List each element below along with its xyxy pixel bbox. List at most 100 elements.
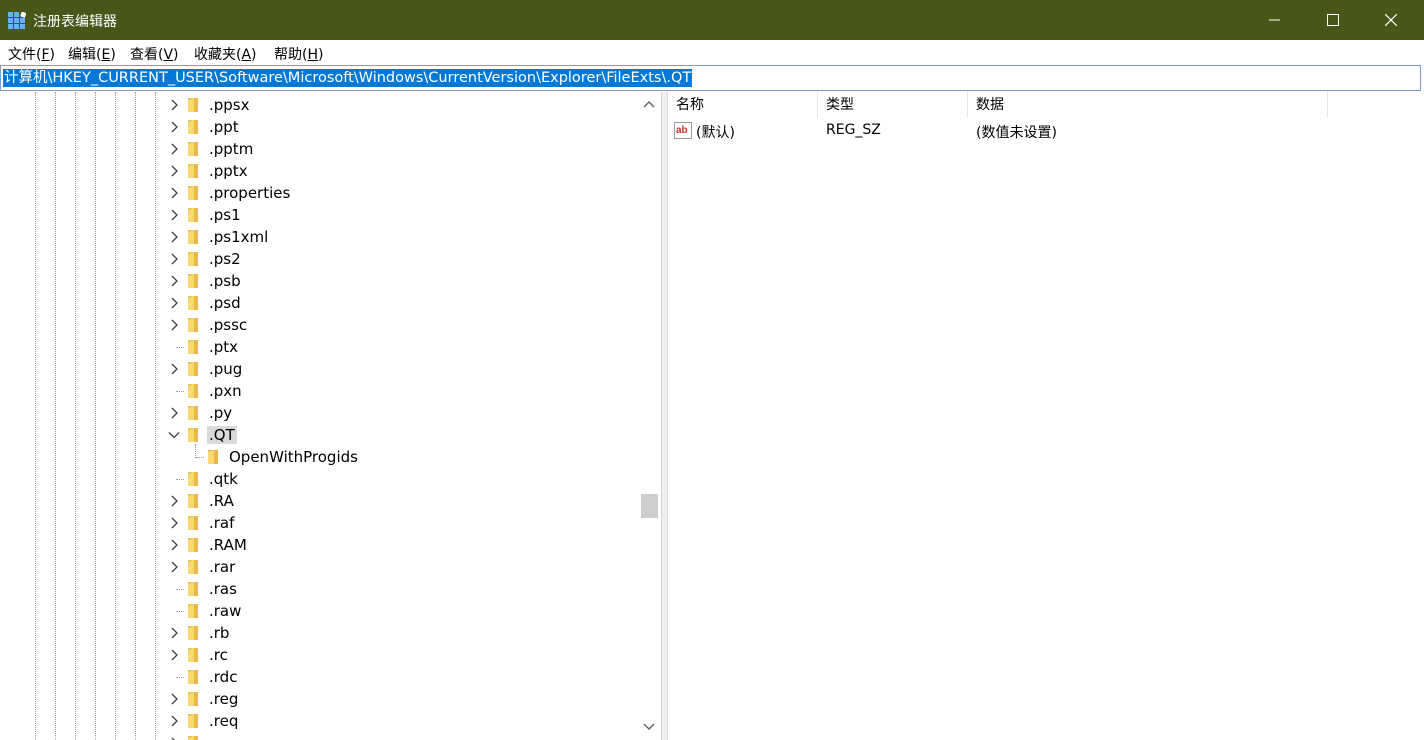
tree-item-label: .ps1xml: [209, 228, 269, 246]
tree-item[interactable]: .pptm: [0, 138, 638, 160]
menu-view[interactable]: 查看(V): [128, 44, 181, 64]
chevron-right-icon[interactable]: [168, 143, 180, 155]
tree-item[interactable]: .req: [0, 710, 638, 732]
chevron-right-icon[interactable]: [168, 209, 180, 221]
folder-icon: [188, 252, 198, 266]
chevron-right-icon[interactable]: [168, 363, 180, 375]
chevron-right-icon[interactable]: [168, 275, 180, 287]
folder-icon: [188, 274, 198, 288]
chevron-right-icon[interactable]: [168, 187, 180, 199]
tree-item[interactable]: .pxn: [0, 380, 638, 402]
key-tree-pane[interactable]: .ppsx .ppt .pptm .pptx .properties .ps1 .ps1xm…: [0, 92, 662, 740]
tree-item[interactable]: .QT: [0, 424, 638, 446]
value-type: REG_SZ: [826, 122, 881, 138]
chevron-right-icon[interactable]: [168, 693, 180, 705]
folder-icon: [188, 406, 198, 420]
tree-item-label: .rdc: [209, 668, 238, 686]
tree-item[interactable]: .ps2: [0, 248, 638, 270]
tree-item-label: .reg: [209, 690, 239, 708]
key-tree[interactable]: .ppsx .ppt .pptm .pptx .properties .ps1 .ps1xm…: [0, 92, 638, 740]
minimize-button[interactable]: [1246, 0, 1304, 40]
tree-item[interactable]: .py: [0, 402, 638, 424]
tree-item[interactable]: .psd: [0, 292, 638, 314]
tree-item-label: .ps1: [209, 206, 241, 224]
folder-icon: [188, 736, 198, 740]
folder-icon: [188, 670, 198, 684]
tree-item[interactable]: .RAM: [0, 534, 638, 556]
chevron-right-icon[interactable]: [168, 561, 180, 573]
folder-icon: [188, 98, 198, 112]
chevron-right-icon[interactable]: [168, 539, 180, 551]
tree-item-label: .RAM: [209, 536, 247, 554]
scroll-up-icon[interactable]: [642, 98, 656, 112]
tree-connector-line: [176, 611, 184, 612]
folder-icon: [188, 340, 198, 354]
tree-item[interactable]: .pssc: [0, 314, 638, 336]
folder-icon: [188, 164, 198, 178]
address-bar[interactable]: 计算机\HKEY_CURRENT_USER\Software\Microsoft…: [0, 65, 1421, 91]
tree-item[interactable]: .psb: [0, 270, 638, 292]
value-row[interactable]: ab (默认) REG_SZ (数值未设置): [668, 120, 1424, 142]
tree-scrollbar[interactable]: [638, 92, 661, 740]
tree-item[interactable]: .properties: [0, 182, 638, 204]
tree-item[interactable]: .rc: [0, 644, 638, 666]
scrollbar-thumb[interactable]: [641, 494, 658, 518]
tree-item[interactable]: OpenWithProgids: [0, 446, 638, 468]
tree-item[interactable]: .pug: [0, 358, 638, 380]
column-header-type[interactable]: 类型: [818, 92, 968, 118]
address-path[interactable]: 计算机\HKEY_CURRENT_USER\Software\Microsoft…: [3, 69, 693, 87]
tree-item-label: .RA: [209, 492, 234, 510]
values-pane[interactable]: 名称 类型 数据 ab (默认) REG_SZ (数值未设置): [667, 92, 1424, 740]
chevron-right-icon[interactable]: [168, 319, 180, 331]
chevron-right-icon[interactable]: [168, 649, 180, 661]
tree-item[interactable]: .pptx: [0, 160, 638, 182]
menu-help[interactable]: 帮助(H): [272, 44, 325, 64]
maximize-button[interactable]: [1304, 0, 1362, 40]
chevron-right-icon[interactable]: [168, 517, 180, 529]
tree-item[interactable]: .rar: [0, 556, 638, 578]
folder-icon: [188, 560, 198, 574]
folder-icon: [188, 582, 198, 596]
close-button[interactable]: [1362, 0, 1420, 40]
chevron-right-icon[interactable]: [168, 495, 180, 507]
column-header-name[interactable]: 名称: [668, 92, 818, 118]
tree-item[interactable]: .ppsx: [0, 94, 638, 116]
chevron-right-icon[interactable]: [168, 407, 180, 419]
chevron-right-icon[interactable]: [168, 165, 180, 177]
tree-item-label: .ps2: [209, 250, 241, 268]
tree-item[interactable]: .RA: [0, 490, 638, 512]
tree-item[interactable]: .ras: [0, 578, 638, 600]
tree-connector-line: [176, 677, 184, 678]
tree-item[interactable]: .ptx: [0, 336, 638, 358]
tree-item[interactable]: .ppt: [0, 116, 638, 138]
chevron-right-icon[interactable]: [168, 297, 180, 309]
folder-icon: [188, 186, 198, 200]
menu-file[interactable]: 文件(F): [6, 44, 57, 64]
tree-item[interactable]: .rb: [0, 622, 638, 644]
tree-item[interactable]: .raf: [0, 512, 638, 534]
tree-item[interactable]: .rdc: [0, 666, 638, 688]
chevron-right-icon[interactable]: [168, 99, 180, 111]
tree-item[interactable]: .raw: [0, 600, 638, 622]
folder-icon: [188, 384, 198, 398]
tree-item[interactable]: [0, 732, 638, 740]
tree-item[interactable]: .ps1: [0, 204, 638, 226]
folder-icon: [188, 538, 198, 552]
tree-item[interactable]: .qtk: [0, 468, 638, 490]
chevron-right-icon[interactable]: [168, 627, 180, 639]
chevron-right-icon[interactable]: [168, 231, 180, 243]
tree-item-label: .rc: [209, 646, 228, 664]
chevron-down-icon[interactable]: [168, 429, 180, 441]
scroll-down-icon[interactable]: [642, 719, 656, 733]
folder-icon: [188, 142, 198, 156]
tree-item[interactable]: .reg: [0, 688, 638, 710]
chevron-right-icon[interactable]: [168, 121, 180, 133]
chevron-right-icon[interactable]: [168, 253, 180, 265]
menu-edit[interactable]: 编辑(E): [66, 44, 118, 64]
menu-favorites[interactable]: 收藏夹(A): [192, 44, 259, 64]
column-header-data[interactable]: 数据: [968, 92, 1328, 118]
folder-icon: [188, 714, 198, 728]
title-bar[interactable]: 注册表编辑器: [0, 0, 1424, 40]
tree-item[interactable]: .ps1xml: [0, 226, 638, 248]
chevron-right-icon[interactable]: [168, 715, 180, 727]
